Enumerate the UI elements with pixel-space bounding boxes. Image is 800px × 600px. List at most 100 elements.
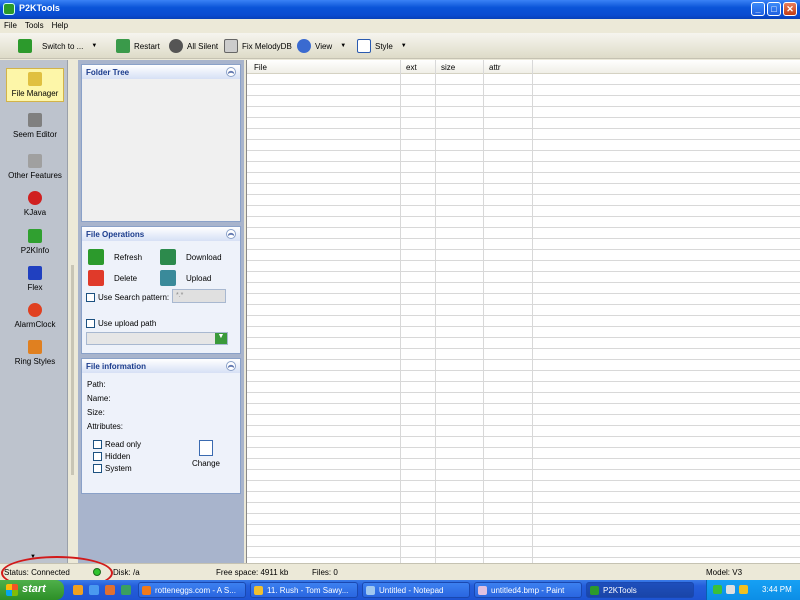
delete-button[interactable]: Delete bbox=[88, 270, 137, 286]
search-pattern-input[interactable]: *.* bbox=[172, 289, 226, 303]
nav-label: Flex bbox=[27, 283, 43, 292]
change-button[interactable]: Change bbox=[188, 440, 224, 468]
switch-to-button[interactable]: Switch to ... ▼ bbox=[18, 37, 97, 55]
folder-tree-panel: Folder Tree ︽ bbox=[81, 64, 241, 222]
task-button[interactable]: Untitled - Notepad bbox=[362, 582, 470, 598]
taskbar: start rotteneggs.com - A S... 11. Rush -… bbox=[0, 580, 800, 600]
task-button-active[interactable]: P2KTools bbox=[586, 582, 694, 598]
upload-button[interactable]: Upload bbox=[160, 270, 211, 286]
column-attr[interactable]: attr bbox=[489, 63, 501, 72]
task-label: rotteneggs.com - A S... bbox=[155, 586, 236, 595]
restart-button[interactable]: Restart bbox=[116, 37, 160, 55]
file-grid[interactable]: File ext size attr bbox=[246, 60, 800, 563]
file-information-body: Path: Name: Size: Attributes: Read only … bbox=[82, 373, 240, 493]
quicklaunch-icon[interactable] bbox=[73, 585, 83, 595]
column-divider[interactable] bbox=[435, 60, 436, 563]
menu-file[interactable]: File bbox=[0, 19, 21, 30]
other-features-icon bbox=[28, 154, 42, 168]
search-pattern-checkbox[interactable] bbox=[86, 293, 95, 302]
system-row: System bbox=[93, 464, 132, 473]
nav-ring-styles[interactable]: Ring Styles bbox=[6, 337, 64, 371]
fix-melodydb-button[interactable]: Fix MelodyDB bbox=[224, 37, 292, 55]
upload-icon bbox=[160, 270, 176, 286]
seem-editor-icon bbox=[28, 113, 42, 127]
file-information-header[interactable]: File information ︽ bbox=[82, 359, 240, 373]
style-button[interactable]: Style ▼ bbox=[357, 37, 407, 55]
refresh-label: Refresh bbox=[114, 252, 143, 262]
nav-kjava[interactable]: KJava bbox=[6, 188, 64, 222]
all-silent-button[interactable]: All Silent bbox=[169, 37, 218, 55]
grid-header: File ext size attr bbox=[247, 60, 800, 74]
quicklaunch-icon[interactable] bbox=[105, 585, 115, 595]
nav-p2kinfo[interactable]: P2KInfo bbox=[6, 226, 64, 260]
status-bar: Status: Connected Disk: /a Free space: 4… bbox=[0, 563, 800, 580]
shield-icon[interactable] bbox=[739, 585, 748, 594]
task-button[interactable]: untitled4.bmp - Paint bbox=[474, 582, 582, 598]
system-checkbox[interactable] bbox=[93, 464, 102, 473]
minimize-button[interactable]: _ bbox=[751, 2, 765, 16]
column-divider[interactable] bbox=[400, 60, 401, 563]
close-button[interactable]: ✕ bbox=[783, 2, 797, 16]
menu-help[interactable]: Help bbox=[48, 19, 72, 30]
nav-flex[interactable]: Flex bbox=[6, 263, 64, 297]
splitter-grip[interactable] bbox=[71, 265, 74, 475]
column-divider[interactable] bbox=[483, 60, 484, 563]
menu-bar: File Tools Help bbox=[0, 19, 800, 33]
quicklaunch-icon[interactable] bbox=[121, 585, 131, 595]
panels-column: Folder Tree ︽ File Operations ︽ Refresh … bbox=[78, 60, 244, 563]
system-tray: 3:44 PM bbox=[706, 580, 800, 600]
start-button[interactable]: start bbox=[0, 580, 64, 600]
nav-file-manager[interactable]: File Manager bbox=[6, 68, 64, 102]
nav-other-features[interactable]: Other Features bbox=[6, 151, 64, 185]
upload-path-combo[interactable]: ▼ bbox=[86, 332, 228, 345]
paint-icon bbox=[478, 586, 487, 595]
grid-rows[interactable] bbox=[247, 74, 800, 563]
read-only-label: Read only bbox=[105, 440, 142, 449]
hidden-checkbox[interactable] bbox=[93, 452, 102, 461]
name-label: Name: bbox=[87, 394, 111, 403]
folder-tree-body[interactable] bbox=[82, 79, 240, 221]
collapse-icon[interactable]: ︽ bbox=[226, 67, 236, 77]
firefox-icon bbox=[142, 586, 151, 595]
maximize-button[interactable]: □ bbox=[767, 2, 781, 16]
notepad-icon bbox=[366, 586, 375, 595]
windows-logo-icon bbox=[6, 584, 18, 596]
download-icon bbox=[160, 249, 176, 265]
menu-tools[interactable]: Tools bbox=[21, 19, 48, 30]
folder-tree-header[interactable]: Folder Tree ︽ bbox=[82, 65, 240, 79]
change-label: Change bbox=[191, 459, 221, 468]
tray-icon[interactable] bbox=[713, 585, 722, 594]
chevron-down-icon[interactable]: ▼ bbox=[215, 333, 227, 344]
attributes-label: Attributes: bbox=[87, 422, 124, 431]
file-operations-body: Refresh Download Delete Upload Use Searc… bbox=[82, 241, 240, 353]
collapse-icon[interactable]: ︽ bbox=[226, 229, 236, 239]
switch-icon bbox=[18, 39, 32, 53]
refresh-button[interactable]: Refresh bbox=[88, 249, 142, 265]
p2kinfo-icon bbox=[28, 229, 42, 243]
column-size[interactable]: size bbox=[441, 63, 455, 72]
column-divider[interactable] bbox=[532, 60, 533, 563]
task-button[interactable]: rotteneggs.com - A S... bbox=[138, 582, 246, 598]
view-button[interactable]: View ▼ bbox=[297, 37, 346, 55]
start-label: start bbox=[22, 583, 46, 595]
task-button[interactable]: 11. Rush - Tom Sawy... bbox=[250, 582, 358, 598]
disk-text: Disk: /a bbox=[113, 568, 140, 577]
tray-icon[interactable] bbox=[726, 585, 735, 594]
size-label: Size: bbox=[87, 408, 105, 417]
quicklaunch-icon[interactable] bbox=[89, 585, 99, 595]
toolbar: Switch to ... ▼ Restart All Silent Fix M… bbox=[0, 33, 800, 59]
task-label: P2KTools bbox=[603, 586, 637, 595]
files-count-text: Files: 0 bbox=[312, 568, 338, 577]
column-file[interactable]: File bbox=[254, 63, 267, 72]
download-button[interactable]: Download bbox=[160, 249, 222, 265]
upload-path-checkbox[interactable] bbox=[86, 319, 95, 328]
clock[interactable]: 3:44 PM bbox=[762, 585, 792, 594]
nav-seem-editor[interactable]: Seem Editor bbox=[6, 110, 64, 144]
splitter[interactable] bbox=[69, 60, 77, 563]
collapse-icon[interactable]: ︽ bbox=[226, 361, 236, 371]
column-ext[interactable]: ext bbox=[406, 63, 417, 72]
file-operations-header[interactable]: File Operations ︽ bbox=[82, 227, 240, 241]
nav-alarm-clock[interactable]: AlarmClock bbox=[6, 300, 64, 334]
read-only-checkbox[interactable] bbox=[93, 440, 102, 449]
search-pattern-row: Use Search pattern: bbox=[86, 293, 169, 302]
